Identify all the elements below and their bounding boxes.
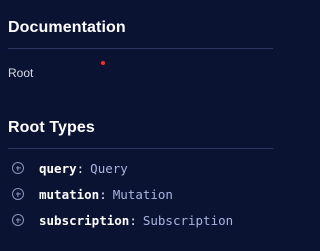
field-name[interactable]: query (39, 161, 77, 176)
plus-circle-icon[interactable] (12, 188, 24, 200)
documentation-panel: Documentation Root Root Types query : Qu… (0, 0, 295, 251)
field-colon: : (76, 160, 85, 176)
field-colon: : (99, 186, 107, 202)
breadcrumb-root[interactable]: Root (8, 66, 33, 80)
plus-circle-icon[interactable] (12, 214, 24, 226)
type-link[interactable]: Query (90, 161, 128, 176)
root-types-heading: Root Types (8, 119, 95, 136)
field-name[interactable]: mutation (39, 187, 99, 202)
root-type-query[interactable]: query : Query (12, 158, 128, 178)
type-link[interactable]: Subscription (143, 213, 233, 228)
root-type-subscription[interactable]: subscription : Subscription (12, 210, 233, 230)
plus-circle-icon[interactable] (12, 162, 24, 174)
field-name[interactable]: subscription (39, 213, 129, 228)
cursor-indicator (101, 61, 105, 65)
root-type-mutation[interactable]: mutation : Mutation (12, 184, 173, 204)
field-colon: : (129, 212, 137, 228)
divider (8, 48, 273, 49)
divider (8, 148, 273, 149)
documentation-heading: Documentation (8, 19, 126, 36)
type-link[interactable]: Mutation (113, 187, 173, 202)
